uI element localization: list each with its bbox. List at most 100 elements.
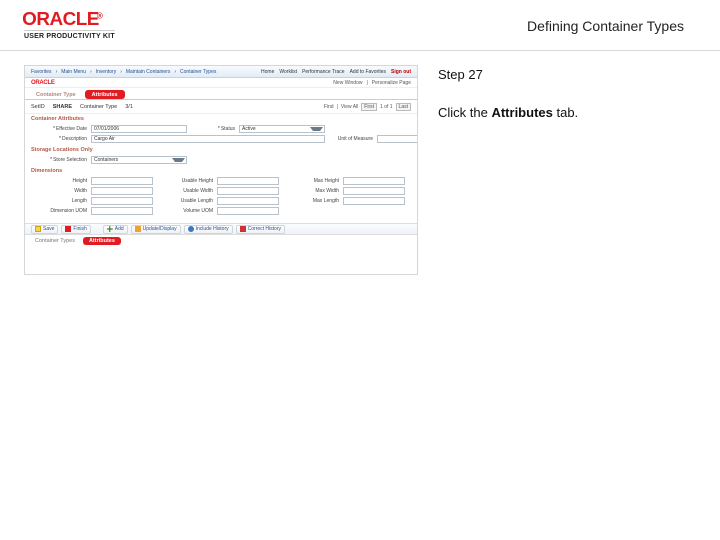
bottom-tabs: Container Types Attributes [25, 235, 417, 245]
breadcrumb-item[interactable]: Container Types [180, 69, 216, 75]
usable-length-field[interactable] [217, 197, 279, 205]
header-divider [0, 50, 720, 51]
breadcrumb-item[interactable]: Favorites [31, 69, 52, 75]
correct-icon [240, 226, 246, 232]
dimension-uom-label: Dimension UOM [33, 208, 87, 214]
update-display-button[interactable]: Update/Display [131, 225, 181, 234]
document-header: ORACLE® USER PRODUCTIVITY KIT Defining C… [0, 0, 720, 44]
store-selection-select[interactable]: Containers [91, 156, 187, 164]
finish-icon [65, 226, 71, 232]
oracle-wordmark: ORACLE [22, 10, 99, 28]
add-button[interactable]: Add [103, 225, 128, 234]
finish-button[interactable]: Finish [61, 225, 90, 234]
max-height-field[interactable] [343, 177, 405, 185]
width-label: Width [33, 188, 87, 194]
link-perftrace[interactable]: Performance Trace [302, 69, 345, 75]
attr-fields: Effective Date 07/01/2006 Status Active … [25, 123, 417, 145]
tab-container-type[interactable]: Container Type [31, 90, 81, 99]
app-topbar: Favorites› Main Menu› Inventory› Maintai… [25, 66, 417, 78]
dimension-fields: Height Usable Height Max Height Width Us… [25, 175, 417, 217]
status-select[interactable]: Active [239, 125, 325, 133]
link-home[interactable]: Home [261, 69, 274, 75]
section-storage-locations: Storage Locations Only [25, 145, 417, 154]
pager-find[interactable]: Find [324, 104, 334, 110]
save-icon [35, 226, 41, 232]
instr-target: Attributes [491, 105, 552, 120]
usable-length-label: Usable Length [157, 198, 213, 204]
breadcrumb-item[interactable]: Main Menu [61, 69, 86, 75]
correct-history-button[interactable]: Correct History [236, 225, 285, 234]
volume-uom-field[interactable] [217, 207, 279, 215]
uom-label: Unit of Measure [329, 136, 373, 142]
volume-uom-label: Volume UOM [157, 208, 213, 214]
usable-height-label: Usable Height [157, 178, 213, 184]
max-height-label: Max Height [283, 178, 339, 184]
bottom-tab-container-types[interactable]: Container Types [31, 237, 79, 245]
setid-value: SHARE [53, 104, 72, 110]
description-field[interactable]: Cargo Air [91, 135, 325, 143]
effective-date-field[interactable]: 07/01/2006 [91, 125, 187, 133]
usable-width-label: Usable Width [157, 188, 213, 194]
effective-date-label: Effective Date [33, 126, 87, 132]
oracle-brand: ORACLE® [24, 10, 115, 29]
oracle-upk-logo: ORACLE® USER PRODUCTIVITY KIT [24, 10, 115, 40]
update-icon [135, 226, 141, 232]
page-tabs: Container Type Attributes [25, 88, 417, 100]
pager-range: 1 of 1 [380, 104, 393, 110]
length-label: Length [33, 198, 87, 204]
add-icon [107, 226, 113, 232]
link-signout[interactable]: Sign out [391, 69, 411, 75]
breadcrumb-item[interactable]: Maintain Containers [126, 69, 170, 75]
container-type-value: 3/1 [125, 104, 133, 110]
usable-width-field[interactable] [217, 187, 279, 195]
max-length-field[interactable] [343, 197, 405, 205]
instruction-text: Click the Attributes tab. [438, 103, 696, 123]
length-field[interactable] [91, 197, 153, 205]
link-new-window[interactable]: New Window [333, 80, 362, 86]
section-container-attributes: Container Attributes [25, 114, 417, 123]
include-history-button[interactable]: Include History [184, 225, 233, 234]
dimension-uom-field[interactable] [91, 207, 153, 215]
tab-attributes[interactable]: Attributes [85, 90, 125, 99]
save-button[interactable]: Save [31, 225, 58, 234]
link-worklist[interactable]: Worklist [279, 69, 297, 75]
pager-first[interactable]: First [361, 103, 377, 111]
page-actions: New Window | Personalize Page [333, 80, 411, 86]
pager-viewall[interactable]: View All [341, 104, 358, 110]
height-label: Height [33, 178, 87, 184]
upk-subtitle: USER PRODUCTIVITY KIT [24, 30, 115, 40]
record-header: SetID SHARE Container Type 3/1 Find | Vi… [25, 100, 417, 114]
uom-field[interactable] [377, 135, 418, 143]
page-title: Defining Container Types [527, 18, 684, 34]
history-icon [188, 226, 194, 232]
description-label: Description [33, 136, 87, 142]
content-row: Favorites› Main Menu› Inventory› Maintai… [0, 65, 720, 275]
store-selection-label: Store Selection [33, 157, 87, 163]
breadcrumb-item[interactable]: Inventory [96, 69, 117, 75]
setid-label: SetID [31, 104, 45, 110]
topbar-links: Home Worklist Performance Trace Add to F… [261, 69, 411, 75]
app-brand-row: ORACLE New Window | Personalize Page [25, 78, 417, 88]
width-field[interactable] [91, 187, 153, 195]
max-length-label: Max Length [283, 198, 339, 204]
oracle-app-logo: ORACLE [31, 80, 55, 86]
usable-height-field[interactable] [217, 177, 279, 185]
link-favorites[interactable]: Add to Favorites [350, 69, 386, 75]
status-label: Status [191, 126, 235, 132]
page-toolbar: Save Finish Add Update/Display Include H… [25, 223, 417, 235]
bottom-tab-attributes[interactable]: Attributes [83, 237, 121, 245]
storage-fields: Store Selection Containers [25, 154, 417, 166]
scroll-pager: Find | View All First 1 of 1 Last [324, 103, 411, 111]
height-field[interactable] [91, 177, 153, 185]
instr-suffix: tab. [553, 105, 578, 120]
step-number: Step 27 [438, 65, 696, 85]
instruction-panel: Step 27 Click the Attributes tab. [438, 65, 696, 275]
max-width-label: Max Width [283, 188, 339, 194]
pager-last[interactable]: Last [396, 103, 411, 111]
link-personalize[interactable]: Personalize Page [372, 80, 411, 86]
breadcrumb: Favorites› Main Menu› Inventory› Maintai… [31, 69, 216, 75]
container-type-label: Container Type [80, 104, 117, 110]
instr-prefix: Click the [438, 105, 491, 120]
app-screenshot: Favorites› Main Menu› Inventory› Maintai… [24, 65, 418, 275]
max-width-field[interactable] [343, 187, 405, 195]
